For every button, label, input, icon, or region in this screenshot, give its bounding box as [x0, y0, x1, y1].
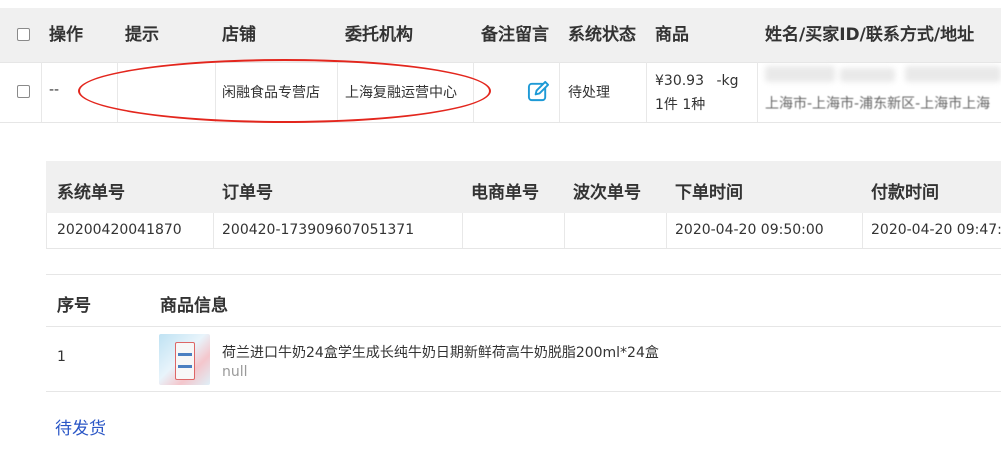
header-buyer-info: 姓名/买家ID/联系方式/地址	[765, 25, 975, 45]
header-goods-info: 商品信息	[160, 296, 228, 316]
product-thumbnail[interactable]	[159, 334, 210, 385]
cell-order-no: 200420-173909607051371	[222, 222, 415, 238]
goods-price: ¥30.93	[655, 73, 704, 89]
column-divider	[215, 62, 216, 122]
header-system-no: 系统单号	[57, 183, 125, 203]
carton-stripe	[178, 365, 192, 368]
header-index: 序号	[57, 296, 91, 316]
blurred-name	[765, 66, 835, 82]
column-divider	[117, 62, 118, 122]
column-divider	[473, 62, 474, 122]
header-order-no: 订单号	[222, 183, 273, 203]
header-remark: 备注留言	[481, 25, 549, 45]
cell-order-time: 2020-04-20 09:50:00	[675, 222, 824, 238]
column-divider	[41, 62, 42, 122]
goods-count: 1件 1种	[655, 97, 706, 113]
row-divider	[0, 62, 1001, 63]
goods-weight: -kg	[716, 73, 739, 89]
row-checkbox[interactable]	[17, 85, 30, 98]
row-goods-price-line: ¥30.93 -kg	[655, 73, 739, 89]
header-wave-no: 波次单号	[573, 183, 641, 203]
header-pay-time: 付款时间	[871, 183, 939, 203]
header-goods: 商品	[655, 25, 689, 45]
column-divider	[862, 213, 863, 248]
row-shop: 闲融食品专营店	[222, 85, 320, 101]
row-address: 上海市-上海市-浦东新区-上海市上海	[765, 96, 991, 112]
column-divider	[213, 213, 214, 248]
header-operation: 操作	[49, 25, 83, 45]
blurred-buyer-id	[840, 68, 895, 82]
row-status: 待处理	[568, 85, 610, 101]
header-order-time: 下单时间	[675, 183, 743, 203]
column-divider	[462, 213, 463, 248]
row-divider	[46, 391, 1001, 392]
blurred-contact	[905, 66, 1001, 82]
cell-goods-index: 1	[57, 349, 66, 365]
cell-system-no: 20200420041870	[57, 222, 182, 238]
column-divider	[46, 213, 47, 248]
column-divider	[337, 62, 338, 122]
column-divider	[666, 213, 667, 248]
row-divider	[46, 274, 1001, 275]
row-divider	[46, 248, 1001, 249]
cell-goods-sub: null	[222, 364, 248, 380]
row-divider	[46, 326, 1001, 327]
row-divider	[0, 122, 1001, 123]
header-status: 系统状态	[568, 25, 636, 45]
row-operation[interactable]: --	[49, 82, 59, 98]
header-tip: 提示	[125, 25, 159, 45]
column-divider	[564, 213, 565, 248]
header-ecommerce-no: 电商单号	[471, 183, 539, 203]
header-agency: 委托机构	[345, 25, 413, 45]
row-agency: 上海复融运营中心	[345, 85, 457, 101]
cell-goods-name[interactable]: 荷兰进口牛奶24盒学生成长纯牛奶日期新鲜荷高牛奶脱脂200ml*24盒	[222, 342, 659, 362]
cell-pay-time: 2020-04-20 09:47:	[871, 222, 1001, 238]
carton-stripe	[178, 353, 192, 356]
select-all-checkbox[interactable]	[17, 28, 30, 41]
pending-shipment-link[interactable]: 待发货	[55, 414, 106, 439]
column-divider	[646, 62, 647, 122]
edit-icon[interactable]	[527, 80, 550, 103]
milk-carton-image	[175, 342, 195, 380]
header-shop: 店铺	[222, 25, 256, 45]
column-divider	[757, 62, 758, 122]
column-divider	[559, 62, 560, 122]
